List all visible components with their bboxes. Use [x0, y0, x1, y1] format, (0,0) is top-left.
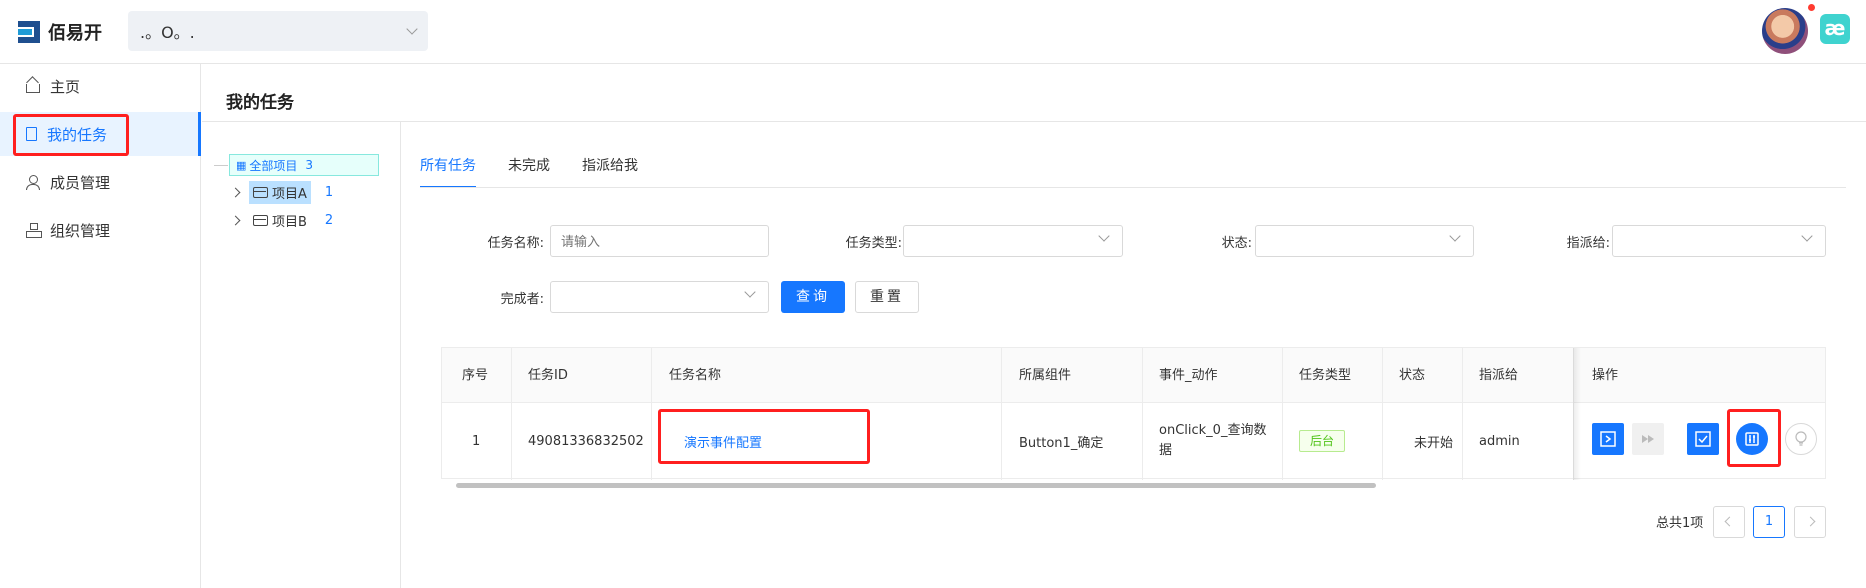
column-header-status: 状态 [1399, 368, 1426, 383]
page-1-button[interactable]: 1 [1753, 506, 1785, 538]
status-label: 状态: [1221, 236, 1252, 251]
check-icon [1695, 431, 1711, 447]
sidebar-item-label: 成员管理 [50, 173, 111, 192]
task-name-input[interactable] [550, 225, 769, 257]
tree-root-all-projects[interactable]: ▦ 全部项目 3 [229, 154, 379, 176]
chevron-right-icon [1805, 516, 1815, 527]
fixed-column-shadow [1573, 348, 1581, 480]
tree-connector [214, 165, 228, 166]
logo-text: 佰易开 [48, 23, 102, 44]
highlight-box-task-name [658, 409, 870, 464]
chevron-down-icon [1449, 230, 1461, 242]
tree-node-project-b[interactable]: 项目B 2 [230, 209, 334, 232]
fast-forward-icon [1642, 435, 1654, 443]
sidebar-item-label: 组织管理 [50, 221, 111, 240]
folder-card-icon [253, 214, 268, 226]
chevron-right-icon[interactable] [230, 187, 241, 197]
assignee-label: 指派给: [1566, 236, 1610, 251]
user-avatar[interactable] [1762, 8, 1808, 54]
project-selector-value: .。O。. [140, 23, 195, 42]
cell-task-type: 后台 [1299, 403, 1346, 479]
chevron-right-icon[interactable] [230, 215, 241, 225]
column-header-task-id: 任务ID [528, 368, 568, 383]
folder-card-icon [253, 186, 268, 198]
chevron-down-icon [1098, 230, 1110, 242]
prev-page-button[interactable] [1713, 506, 1745, 538]
tree-node-text: 项目A [272, 186, 307, 202]
tree-node-label: 项目A [249, 180, 311, 204]
run-icon [1600, 431, 1616, 447]
org-icon [26, 223, 42, 238]
cell-index: 1 [472, 433, 481, 449]
sidebar-item-organization[interactable]: 组织管理 [0, 208, 201, 252]
logo-mark-icon [18, 21, 40, 43]
tree-node-project-a[interactable]: 项目A 1 [230, 180, 334, 204]
tree-root-count: 3 [305, 158, 314, 172]
divider [202, 121, 1866, 122]
task-table: 序号 任务ID 任务名称 所属组件 事件_动作 任务类型 状态 指派给 操作 1… [441, 347, 1826, 480]
highlight-box-nav [13, 114, 129, 156]
home-icon [26, 84, 40, 93]
tree-node-count: 2 [324, 212, 334, 228]
cell-event-action: onClick_0_查询数据 [1159, 423, 1267, 458]
column-header-assignee: 指派给 [1479, 368, 1519, 383]
skip-task-button[interactable] [1632, 423, 1664, 455]
chevron-down-icon [1801, 230, 1813, 242]
column-header-event-action: 事件_动作 [1159, 368, 1218, 383]
chevron-left-icon [1724, 516, 1734, 527]
completer-label: 完成者: [500, 292, 544, 307]
cell-task-id: 49081336832502 [528, 433, 644, 449]
next-page-button[interactable] [1794, 506, 1826, 538]
divider [420, 187, 1846, 188]
tab-assigned-to-me[interactable]: 指派给我 [582, 154, 638, 188]
task-type-select[interactable] [903, 225, 1123, 257]
assignee-select[interactable] [1612, 225, 1826, 257]
tree-node-count: 1 [324, 184, 334, 200]
cell-status: 未开始 [1414, 435, 1454, 451]
tree-root-label: 全部项目 [249, 158, 298, 173]
reset-button[interactable]: 重置 [855, 281, 919, 313]
chevron-down-icon [406, 23, 418, 35]
cell-component: Button1_确定 [1019, 435, 1104, 451]
user-icon [26, 175, 40, 190]
pagination-total: 总共1项 [1656, 516, 1704, 531]
tab-incomplete[interactable]: 未完成 [508, 154, 550, 188]
grid-icon: ▦ [236, 158, 247, 172]
tree-node-label: 项目B [249, 209, 311, 232]
ae-app-icon[interactable]: æ [1820, 14, 1850, 44]
project-selector[interactable]: .。O。. [128, 11, 428, 51]
sidebar-item-home[interactable]: 主页 [0, 64, 201, 108]
notification-dot [1808, 4, 1815, 11]
column-header-actions: 操作 [1592, 368, 1619, 383]
highlight-box-config-button [1727, 409, 1781, 467]
column-header-task-name: 任务名称 [669, 368, 722, 383]
sidebar-item-members[interactable]: 成员管理 [0, 160, 201, 204]
page-title: 我的任务 [226, 93, 294, 113]
run-task-button[interactable] [1592, 423, 1624, 455]
top-header: 佰易开 .。O。. [0, 0, 1866, 64]
completer-select[interactable] [550, 281, 769, 313]
task-type-label: 任务类型: [845, 236, 902, 251]
column-header-index: 序号 [462, 368, 489, 383]
tree-node-text: 项目B [272, 214, 307, 230]
cell-assignee: admin [1479, 433, 1520, 449]
task-type-tag: 后台 [1299, 430, 1346, 452]
hint-button[interactable] [1785, 423, 1817, 455]
tab-all-tasks[interactable]: 所有任务 [420, 154, 476, 188]
complete-task-button[interactable] [1687, 423, 1719, 455]
task-name-label: 任务名称: [487, 236, 544, 251]
bulb-icon [1795, 431, 1807, 446]
sidebar-item-label: 主页 [50, 77, 81, 96]
app-logo[interactable]: 佰易开 [18, 18, 102, 46]
column-header-task-type: 任务类型 [1299, 368, 1352, 383]
chevron-down-icon [744, 286, 756, 298]
query-button[interactable]: 查询 [781, 281, 845, 313]
column-header-component: 所属组件 [1019, 368, 1072, 383]
status-select[interactable] [1255, 225, 1474, 257]
table-horizontal-scrollbar[interactable] [456, 483, 1376, 488]
task-tabs: 所有任务 未完成 指派给我 [420, 154, 670, 188]
